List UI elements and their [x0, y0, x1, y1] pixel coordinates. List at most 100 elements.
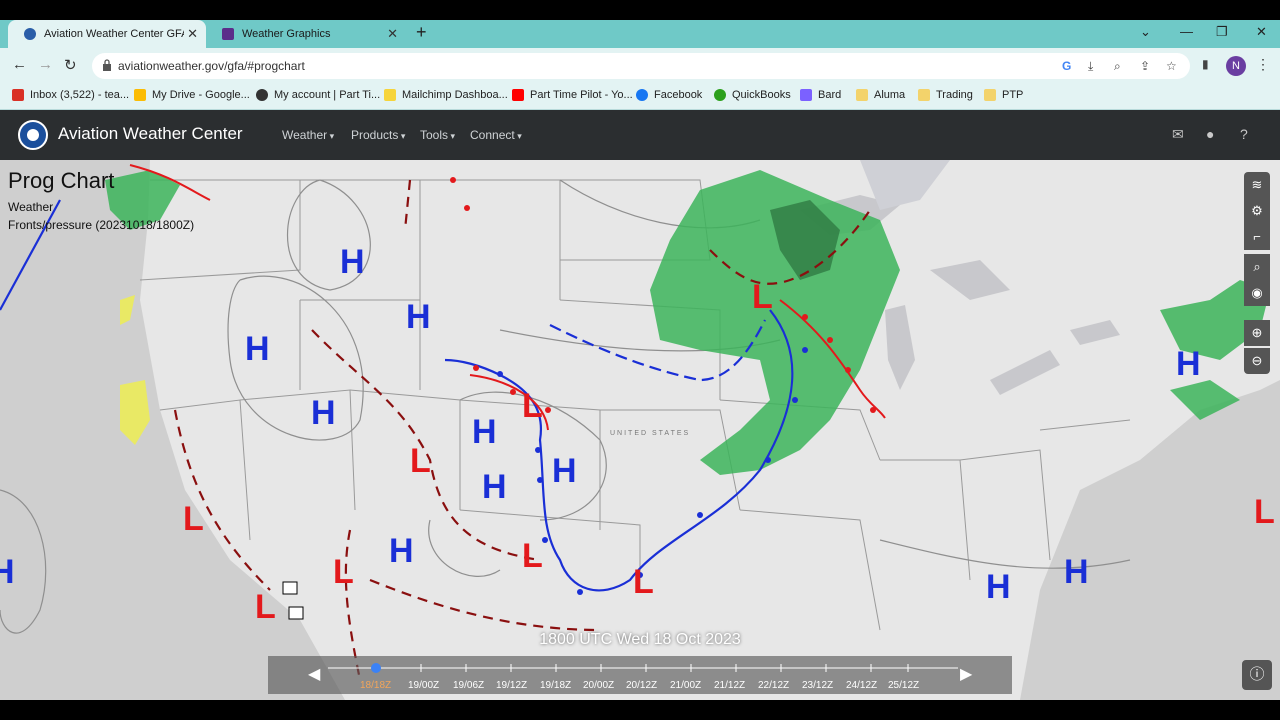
back-arrow-icon[interactable]: ←: [12, 56, 27, 73]
bookmark-gmail[interactable]: Inbox (3,522) - tea...: [12, 89, 129, 101]
tab-title: Weather Graphics: [242, 28, 331, 40]
high-pressure-center[interactable]: H: [245, 330, 270, 368]
high-pressure-center[interactable]: H: [0, 553, 15, 591]
high-pressure-center[interactable]: H: [482, 468, 507, 506]
timeline-tick-label[interactable]: 19/00Z: [408, 680, 439, 691]
zoom-out-icon[interactable]: ⊖: [1244, 348, 1270, 374]
bookmark-drive[interactable]: My Drive - Google...: [134, 89, 250, 101]
profile-avatar[interactable]: N: [1226, 56, 1246, 76]
draw-icon[interactable]: ⌐: [1244, 224, 1270, 250]
bookmark-quickbooks[interactable]: QuickBooks: [714, 89, 791, 101]
youtube-icon: [512, 89, 524, 101]
high-pressure-center[interactable]: H: [406, 298, 431, 336]
restore-icon[interactable]: ❐: [1216, 24, 1228, 40]
low-pressure-center[interactable]: L: [183, 500, 204, 538]
bookmark-folder-ptp[interactable]: PTP: [984, 89, 1023, 101]
tab-weather-graphics[interactable]: Weather Graphics ✕: [206, 20, 406, 48]
tab-search-chevron-icon[interactable]: ⌄: [1140, 24, 1151, 40]
compass-icon[interactable]: ◉: [1244, 280, 1270, 306]
forward-arrow-icon[interactable]: →: [38, 56, 53, 73]
site-name[interactable]: Aviation Weather Center: [58, 124, 243, 144]
close-tab-icon[interactable]: ✕: [387, 26, 398, 42]
layer-label-weather: Weather: [8, 200, 54, 214]
address-toolbar: ← → ↻ aviationweather.gov/gfa/#progchart…: [0, 48, 1280, 84]
high-pressure-center[interactable]: H: [389, 532, 414, 570]
timeline-tick-label[interactable]: 20/12Z: [626, 680, 657, 691]
timeline-tick-label[interactable]: 19/06Z: [453, 680, 484, 691]
menu-kebab-icon[interactable]: ⋮: [1256, 56, 1270, 73]
map-canvas[interactable]: UNITED STATES H H H H H H H H H H H H L …: [0, 160, 1280, 700]
address-bar[interactable]: aviationweather.gov/gfa/#progchart G ⤓ ⌕…: [92, 53, 1190, 79]
zoom-in-icon[interactable]: ⊕: [1244, 320, 1270, 346]
close-tab-icon[interactable]: ✕: [187, 26, 198, 42]
timeline-tick-label[interactable]: 18/18Z: [360, 680, 391, 691]
station-icon[interactable]: [288, 606, 304, 620]
high-pressure-center[interactable]: H: [472, 413, 497, 451]
menu-tools[interactable]: Tools: [420, 128, 455, 142]
menu-weather[interactable]: Weather: [282, 128, 334, 142]
noaa-logo-icon[interactable]: [18, 120, 48, 150]
bookmark-label: Facebook: [654, 89, 703, 101]
low-pressure-center[interactable]: L: [752, 278, 773, 316]
close-window-icon[interactable]: ✕: [1256, 24, 1267, 40]
low-pressure-center[interactable]: L: [255, 588, 276, 626]
timeline-tick-label[interactable]: 20/00Z: [583, 680, 614, 691]
low-pressure-center[interactable]: L: [1254, 493, 1275, 531]
mailchimp-icon: [384, 89, 396, 101]
high-pressure-center[interactable]: H: [1176, 345, 1201, 383]
prev-arrow-icon[interactable]: ◀: [308, 664, 320, 684]
timeline-tick-label[interactable]: 23/12Z: [802, 680, 833, 691]
timeline-tick-label[interactable]: 19/12Z: [496, 680, 527, 691]
high-pressure-center[interactable]: H: [1064, 553, 1089, 591]
tab-aviation-weather[interactable]: Aviation Weather Center GFA: Prog ✕: [8, 20, 206, 48]
low-pressure-center[interactable]: L: [633, 563, 654, 601]
info-icon[interactable]: ⓘ: [1242, 660, 1272, 690]
bookmark-star-icon[interactable]: ☆: [1166, 59, 1177, 73]
menu-connect[interactable]: Connect: [470, 128, 522, 142]
low-pressure-center[interactable]: L: [522, 537, 543, 575]
bookmark-youtube[interactable]: Part Time Pilot - Yo...: [512, 89, 633, 101]
high-pressure-center[interactable]: H: [986, 568, 1011, 606]
timeline-tick-label[interactable]: 21/00Z: [670, 680, 701, 691]
next-arrow-icon[interactable]: ▶: [960, 664, 972, 684]
timeline-tick-label[interactable]: 25/12Z: [888, 680, 919, 691]
low-pressure-center[interactable]: L: [333, 553, 354, 591]
new-tab-plus-icon[interactable]: +: [416, 22, 427, 43]
timeline-handle[interactable]: [371, 663, 381, 673]
settings-gear-icon[interactable]: ⚙: [1244, 198, 1270, 224]
timeline-tick-label[interactable]: 19/18Z: [540, 680, 571, 691]
bookmark-bard[interactable]: Bard: [800, 89, 841, 101]
side-panel-icon[interactable]: ▮: [1202, 57, 1209, 71]
low-pressure-center[interactable]: L: [410, 442, 431, 480]
timeline-tick-label[interactable]: 24/12Z: [846, 680, 877, 691]
share-icon[interactable]: ⇪: [1140, 59, 1150, 73]
bookmark-facebook[interactable]: Facebook: [636, 89, 702, 101]
station-icon[interactable]: [282, 581, 298, 595]
bookmark-label: PTP: [1002, 89, 1024, 101]
lock-icon: [103, 59, 111, 71]
google-icon[interactable]: G: [1062, 59, 1071, 73]
user-icon[interactable]: ●: [1206, 126, 1214, 142]
low-pressure-center[interactable]: L: [522, 387, 543, 425]
help-icon[interactable]: ?: [1240, 126, 1248, 142]
high-pressure-center[interactable]: H: [311, 394, 336, 432]
timeline-slider[interactable]: ◀ ▶ 18/18Z 19/00Z 19/06Z 19/12Z 19/18Z 2…: [268, 656, 1012, 694]
bookmark-folder-trading[interactable]: Trading: [918, 89, 973, 101]
bookmark-mailchimp[interactable]: Mailchimp Dashboa...: [384, 89, 508, 101]
install-icon[interactable]: ⤓: [1088, 59, 1093, 74]
high-pressure-center[interactable]: H: [552, 452, 577, 490]
mail-icon[interactable]: ✉: [1172, 126, 1184, 143]
search-icon[interactable]: ⌕: [1244, 254, 1270, 280]
bookmark-folder-aluma[interactable]: Aluma: [856, 89, 905, 101]
high-pressure-center[interactable]: H: [340, 243, 365, 281]
reload-icon[interactable]: ↻: [64, 56, 77, 74]
timeline-tick-label[interactable]: 22/12Z: [758, 680, 789, 691]
zoom-icon[interactable]: ⌕: [1114, 59, 1121, 74]
layers-icon[interactable]: ≋: [1244, 172, 1270, 198]
bookmark-account[interactable]: My account | Part Ti...: [256, 89, 380, 101]
menu-products[interactable]: Products: [351, 128, 405, 142]
prog-chart-map[interactable]: UNITED STATES H H H H H H H H H H H H L …: [0, 160, 1280, 700]
minimize-icon[interactable]: —: [1180, 24, 1193, 39]
bard-sparkle-icon: [800, 89, 812, 101]
timeline-tick-label[interactable]: 21/12Z: [714, 680, 745, 691]
